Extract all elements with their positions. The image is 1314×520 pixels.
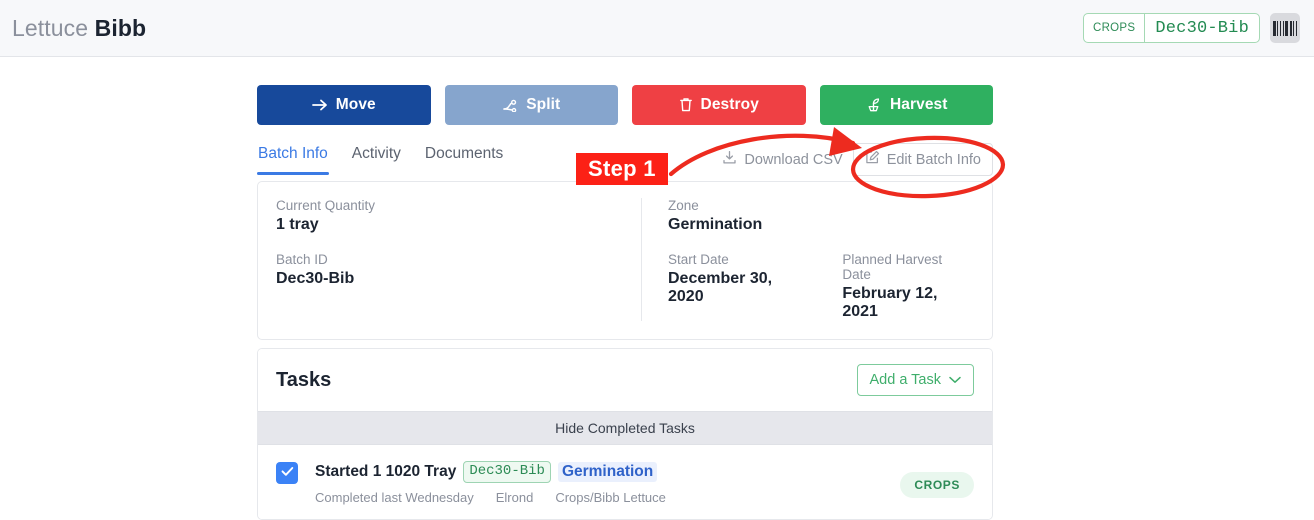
- planned-harvest-value: February 12, 2021: [842, 285, 938, 320]
- field-zone: Zone Germination: [668, 198, 974, 234]
- task-title-text: Started 1 1020 Tray: [315, 462, 457, 480]
- tab-documents[interactable]: Documents: [424, 143, 504, 175]
- batch-info-left-column: Current Quantity 1 tray Batch ID Dec30-B…: [276, 198, 642, 321]
- field-batch-id: Batch ID Dec30-Bib: [276, 252, 627, 288]
- task-meta-user: Elrond: [495, 489, 534, 505]
- hide-completed-tasks-label: Hide Completed Tasks: [555, 420, 695, 436]
- hide-completed-tasks-bar[interactable]: Hide Completed Tasks: [258, 411, 992, 445]
- arrow-right-icon: [311, 98, 328, 112]
- task-row[interactable]: Started 1 1020 Tray Dec30-Bib Germinatio…: [258, 445, 992, 519]
- download-csv-button[interactable]: Download CSV: [712, 144, 852, 175]
- batch-id-value: Dec30-Bib: [276, 270, 355, 287]
- batch-id-label: Batch ID: [276, 252, 328, 267]
- split-branch-icon: [502, 98, 518, 112]
- harvest-button-label: Harvest: [889, 96, 948, 113]
- tab-batch-info[interactable]: Batch Info: [257, 143, 329, 175]
- tab-documents-label: Documents: [424, 145, 504, 162]
- sprout-icon: [865, 97, 882, 113]
- task-meta-path: Crops/Bibb Lettuce: [555, 489, 666, 505]
- edit-batch-info-label: Edit Batch Info: [886, 151, 981, 168]
- field-planned-harvest-date: Planned Harvest Date February 12, 2021: [842, 252, 974, 321]
- batch-info-right-column: Zone Germination Start Date December 30,…: [642, 198, 974, 321]
- current-quantity-label: Current Quantity: [276, 198, 376, 213]
- tab-list: Batch Info Activity Documents: [257, 143, 504, 175]
- top-bar-right: CROPS Dec30-Bib: [1082, 13, 1300, 43]
- batch-info-card: Current Quantity 1 tray Batch ID Dec30-B…: [257, 181, 993, 340]
- check-icon: [281, 464, 294, 482]
- task-batch-code-chip[interactable]: Dec30-Bib: [463, 461, 551, 483]
- tab-activity[interactable]: Activity: [351, 143, 402, 175]
- task-zone-chip[interactable]: Germination: [557, 461, 658, 482]
- tasks-card: Tasks Add a Task Hide Completed Tasks St…: [257, 348, 993, 520]
- destroy-button[interactable]: Destroy: [632, 85, 806, 125]
- task-meta: Completed last Wednesday Elrond Crops/Bi…: [315, 490, 900, 505]
- task-title: Started 1 1020 Tray Dec30-Bib Germinatio…: [315, 461, 900, 483]
- zone-value: Germination: [668, 216, 763, 233]
- step-1-annotation-badge: Step 1: [576, 153, 668, 186]
- task-category-pill: CROPS: [900, 471, 974, 498]
- badge-context-label: CROPS: [1084, 14, 1146, 42]
- task-meta-status: Completed last Wednesday: [315, 489, 474, 505]
- task-body: Started 1 1020 Tray Dec30-Bib Germinatio…: [315, 461, 900, 505]
- field-current-quantity: Current Quantity 1 tray: [276, 198, 627, 234]
- zone-label: Zone: [668, 198, 699, 213]
- start-date-value: December 30, 2020: [668, 270, 773, 305]
- tasks-heading: Tasks: [276, 368, 332, 391]
- badge-code-value: Dec30-Bib: [1155, 18, 1249, 38]
- page-title-main: Bibb: [94, 14, 147, 41]
- move-button[interactable]: Move: [257, 85, 431, 125]
- harvest-button[interactable]: Harvest: [819, 85, 993, 125]
- content-area: Move Split Destroy Harvest Batch Info Ac…: [0, 57, 1314, 520]
- download-icon: [722, 150, 737, 169]
- batch-action-buttons: Move Split Destroy Harvest: [257, 85, 993, 125]
- page-title: Lettuce Bibb: [12, 15, 146, 42]
- planned-harvest-label: Planned Harvest Date: [842, 252, 943, 282]
- tab-batch-info-label: Batch Info: [258, 145, 328, 162]
- add-a-task-button[interactable]: Add a Task: [856, 364, 974, 396]
- current-quantity-value: 1 tray: [276, 216, 319, 233]
- split-button-label: Split: [526, 96, 561, 113]
- field-start-date: Start Date December 30, 2020: [668, 252, 808, 321]
- download-csv-label: Download CSV: [744, 151, 843, 168]
- pencil-square-icon: [865, 150, 880, 169]
- tabs-toolbar: Download CSV Edit Batch Info: [712, 143, 993, 176]
- chevron-down-icon: [949, 372, 961, 388]
- tab-activity-label: Activity: [351, 145, 401, 162]
- move-button-label: Move: [335, 96, 376, 113]
- center-column: Move Split Destroy Harvest Batch Info Ac…: [257, 57, 993, 520]
- trash-icon: [679, 97, 693, 113]
- task-checkbox[interactable]: [276, 462, 298, 484]
- tasks-header: Tasks Add a Task: [258, 349, 992, 411]
- start-date-label: Start Date: [668, 252, 729, 267]
- split-button[interactable]: Split: [444, 85, 618, 125]
- field-dates-row: Start Date December 30, 2020 Planned Har…: [668, 252, 974, 321]
- page-title-prefix: Lettuce: [12, 14, 89, 41]
- destroy-button-label: Destroy: [700, 96, 759, 113]
- add-a-task-label: Add a Task: [869, 372, 941, 388]
- barcode-icon[interactable]: [1270, 13, 1300, 43]
- edit-batch-info-button[interactable]: Edit Batch Info: [852, 143, 993, 176]
- top-bar: Lettuce Bibb CROPS Dec30-Bib: [0, 0, 1314, 57]
- batch-code-badge[interactable]: CROPS Dec30-Bib: [1082, 13, 1260, 43]
